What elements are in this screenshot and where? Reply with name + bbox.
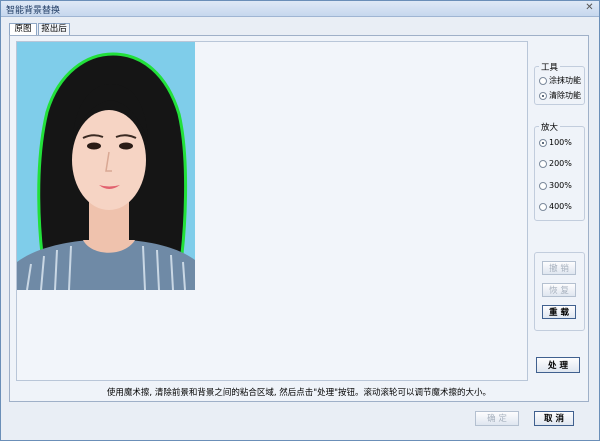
tool-option-paint[interactable]: 涂抹功能 [539,75,581,86]
ok-button[interactable]: 确 定 [475,411,519,426]
radio-icon[interactable] [539,159,547,168]
tool-option-erase[interactable]: 清除功能 [539,90,581,101]
radio-selected-icon[interactable] [539,91,547,100]
redo-button[interactable]: 恢 复 [542,283,576,297]
zoom-option-100[interactable]: 100% [539,138,572,147]
portrait-photo[interactable] [17,42,195,290]
radio-icon[interactable] [539,76,547,85]
zoom-option-300[interactable]: 300% [539,181,572,190]
tools-legend: 工具 [539,61,561,73]
zoom-group: 放大 100% 200% 300% 400% [534,121,585,221]
image-canvas[interactable] [16,41,528,381]
radio-icon[interactable] [539,202,547,211]
instruction-text: 使用魔术擦, 清除前景和背景之间的粘合区域, 然后点击"处理"按钮。滚动滚轮可以… [106,388,492,398]
cancel-button[interactable]: 取 消 [534,411,574,426]
dialog-window: 智能背景替换 ✕ 原图 抠出后 使用魔术擦, 清除前景和背景之间的粘合区域, 然… [0,0,600,441]
reset-button[interactable]: 重 载 [542,305,576,319]
main-panel: 使用魔术擦, 清除前景和背景之间的粘合区域, 然后点击"处理"按钮。滚动滚轮可以… [9,35,589,402]
window-title: 智能背景替换 [6,6,61,16]
portrait-image [17,42,195,290]
close-icon[interactable]: ✕ [583,2,596,14]
zoom-option-200[interactable]: 200% [539,159,572,168]
radio-icon[interactable] [539,181,547,190]
undo-button[interactable]: 撤 销 [542,261,576,275]
title-bar[interactable]: 智能背景替换 ✕ [1,1,599,17]
zoom-legend: 放大 [539,121,561,133]
process-button[interactable]: 处 理 [536,357,580,373]
edit-actions-group: 撤 销 恢 复 重 载 [534,252,585,331]
tools-group: 工具 涂抹功能 清除功能 [534,61,585,105]
radio-selected-icon[interactable] [539,138,547,147]
zoom-option-400[interactable]: 400% [539,202,572,211]
tab-extracted[interactable]: 抠出后 [38,23,70,35]
